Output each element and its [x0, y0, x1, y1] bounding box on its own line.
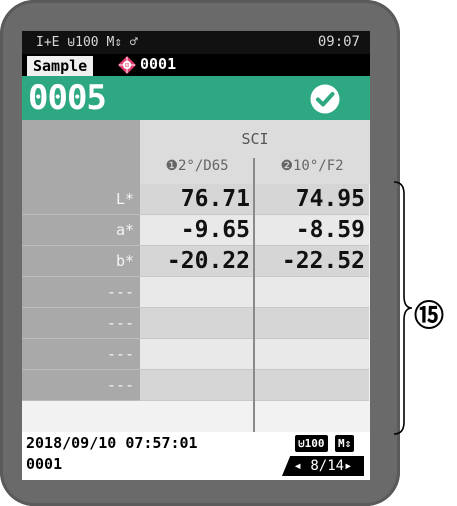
- table-row: a* -9.65 -8.59: [22, 215, 370, 246]
- callout-number: ⑮: [414, 299, 444, 334]
- value-cell: [140, 308, 254, 339]
- row-label: a*: [22, 215, 140, 246]
- value-cell: 74.95: [255, 184, 369, 215]
- value-cell: -20.22: [140, 246, 254, 277]
- row-label: ---: [22, 277, 140, 308]
- value-cell: [140, 277, 254, 308]
- footer-bar: 2018/09/10 07:57:01 ⊎100 M⇕ 0001 ◂ 8/14▸: [22, 432, 370, 480]
- check-circle-icon: [310, 84, 340, 114]
- column-divider: [253, 158, 255, 477]
- row-label: ---: [22, 370, 140, 401]
- header-sci: SCI: [241, 130, 269, 148]
- row-label: b*: [22, 246, 140, 277]
- table-row: L* 76.71 74.95: [22, 184, 370, 215]
- status-bar: I+E ⊎100 M⇕ ♂ 09:07: [22, 31, 370, 54]
- curly-bracket-icon: [393, 181, 412, 435]
- value-cell: -9.65: [140, 215, 254, 246]
- page-indicator[interactable]: ◂ 8/14▸: [282, 456, 364, 476]
- footer-id: 0001: [26, 455, 63, 473]
- table-row: b* -20.22 -22.52: [22, 246, 370, 277]
- value-cell: [255, 277, 369, 308]
- value-cell: -8.59: [255, 215, 369, 246]
- value-cell: -22.52: [255, 246, 369, 277]
- value-cell: [255, 339, 369, 370]
- value-cell: [255, 370, 369, 401]
- row-label: L*: [22, 184, 140, 215]
- sample-bar: Sample 0001: [22, 54, 370, 76]
- value-cell: 76.71: [140, 184, 254, 215]
- table-row: ---: [22, 277, 370, 308]
- table-row: ---: [22, 339, 370, 370]
- table-row: ---: [22, 370, 370, 401]
- clock: 09:07: [317, 34, 360, 50]
- device-screen: I+E ⊎100 M⇕ ♂ 09:07 Sample 0001 0005 SCI…: [22, 31, 370, 480]
- column-header-2: ❷10°/F2: [280, 158, 344, 174]
- device-body: I+E ⊎100 M⇕ ♂ 09:07 Sample 0001 0005 SCI…: [0, 0, 400, 506]
- row-label: ---: [22, 339, 140, 370]
- target-icon: [118, 56, 136, 74]
- sample-tab[interactable]: Sample: [27, 56, 94, 76]
- table-header: SCI ❶2°/D65 ❷10°/F2: [22, 120, 370, 184]
- value-cell: [255, 308, 369, 339]
- uv-badge: ⊎100: [295, 435, 328, 452]
- measurement-datetime: 2018/09/10 07:57:01: [26, 434, 198, 452]
- mode-badge: M⇕: [335, 435, 355, 452]
- sample-number: 0001: [140, 55, 177, 73]
- value-cell: [140, 339, 254, 370]
- status-icons: I+E ⊎100 M⇕ ♂: [36, 35, 138, 50]
- column-header-1: ❶2°/D65: [165, 158, 229, 174]
- table-row: ---: [22, 308, 370, 339]
- row-label: ---: [22, 308, 140, 339]
- measurement-bar: 0005: [22, 76, 370, 120]
- value-cell: [140, 370, 254, 401]
- header-label-area: [22, 120, 140, 184]
- measurement-number: 0005: [28, 78, 107, 118]
